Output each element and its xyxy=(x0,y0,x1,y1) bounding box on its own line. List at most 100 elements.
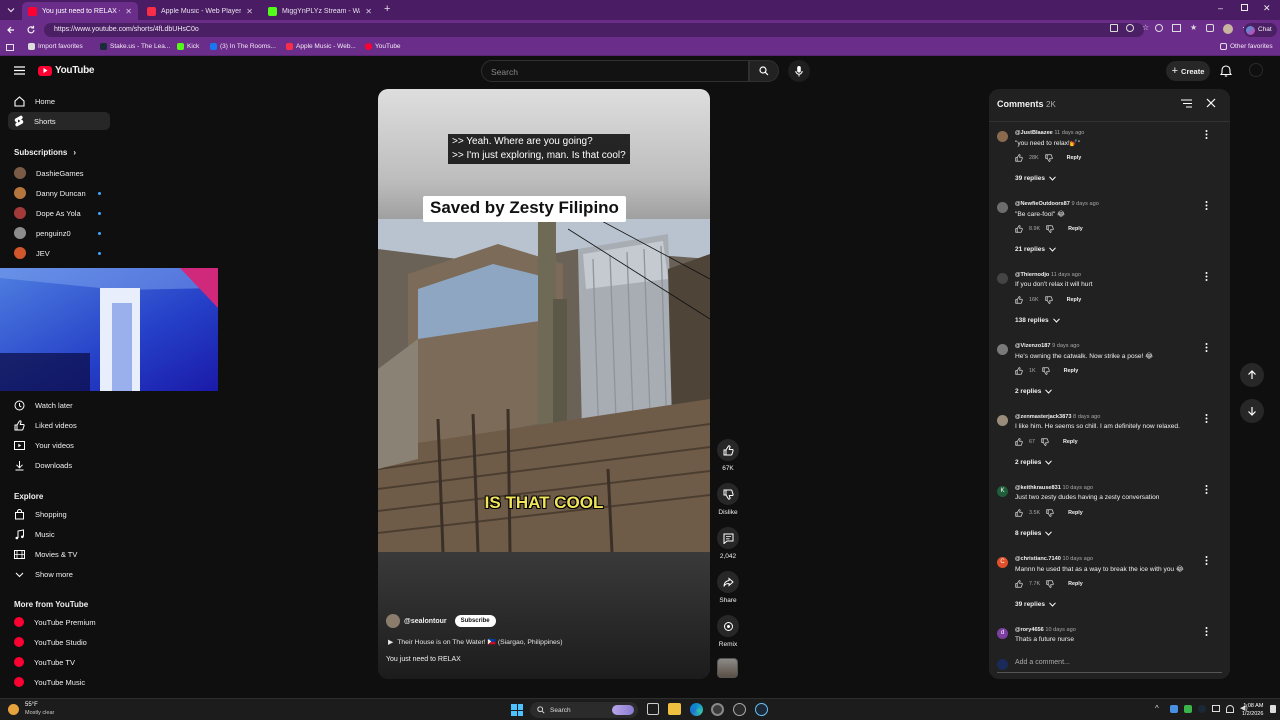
tray-overflow-chevron-icon[interactable]: ^ xyxy=(1155,704,1159,713)
view-replies-button[interactable]: 39 replies xyxy=(1015,175,1056,182)
sidebar-item-youtube-studio[interactable]: YouTube Studio xyxy=(8,633,110,651)
sort-icon[interactable] xyxy=(1181,99,1192,108)
xbox-icon[interactable] xyxy=(733,703,746,716)
sync-icon[interactable] xyxy=(1155,24,1163,32)
browser-tab-apple-music[interactable]: Apple Music - Web Player ✕ xyxy=(141,2,259,20)
sidebar-item-watch-later[interactable]: Watch later xyxy=(8,396,110,414)
channel-avatar[interactable] xyxy=(386,614,400,628)
commenter-avatar[interactable]: K xyxy=(997,486,1008,497)
search-button[interactable] xyxy=(749,60,779,82)
view-replies-button[interactable]: 138 replies xyxy=(1015,317,1060,324)
commenter-avatar[interactable] xyxy=(997,273,1008,284)
account-avatar[interactable] xyxy=(1249,63,1263,77)
close-tab-icon[interactable]: ✕ xyxy=(246,7,253,16)
subscribe-button[interactable]: Subscribe xyxy=(454,615,496,627)
reader-icon[interactable] xyxy=(1110,24,1118,32)
more-options-icon[interactable] xyxy=(1205,130,1208,139)
weather-temperature[interactable]: 55°F xyxy=(25,702,38,708)
more-options-icon[interactable] xyxy=(1205,627,1208,636)
comment-author[interactable]: @zenmasterjack3873 xyxy=(1015,414,1071,420)
view-replies-button[interactable]: 39 replies xyxy=(1015,601,1056,608)
remix-button[interactable]: Remix xyxy=(716,615,740,648)
more-options-icon[interactable] xyxy=(1205,343,1208,352)
like-comment-icon[interactable] xyxy=(1015,509,1023,517)
close-tab-icon[interactable]: ✕ xyxy=(365,7,372,16)
tray-app-icon[interactable] xyxy=(1170,705,1178,713)
reply-button[interactable]: Reply xyxy=(1063,439,1078,445)
comment-author[interactable]: @Vizenzo187 xyxy=(1015,343,1051,349)
like-comment-icon[interactable] xyxy=(1015,367,1023,375)
sound-link[interactable]: ▶ Their House is on The Water! 🇵🇭 (Siarg… xyxy=(388,638,562,646)
sidebar-item-downloads[interactable]: Downloads xyxy=(8,456,110,474)
commenter-avatar[interactable] xyxy=(997,202,1008,213)
commenter-avatar[interactable]: d xyxy=(997,628,1008,639)
comment-author[interactable]: @christianc.7140 xyxy=(1015,556,1061,562)
dislike-comment-icon[interactable] xyxy=(1046,509,1054,517)
tab-actions-chevron-icon[interactable] xyxy=(6,5,16,15)
bookmark-item[interactable]: Apple Music - Web... xyxy=(286,43,356,50)
create-button[interactable]: + Create xyxy=(1166,61,1210,81)
comment-author[interactable]: @NewfieOutdoors87 xyxy=(1015,201,1070,207)
windows-start-icon[interactable] xyxy=(511,704,523,716)
subscriptions-heading[interactable]: Subscriptions › xyxy=(14,148,76,157)
sidebar-item-music[interactable]: Music xyxy=(8,525,110,543)
sidebar-item-youtube-music[interactable]: YouTube Music xyxy=(8,673,110,691)
voice-search-button[interactable] xyxy=(788,60,810,82)
dislike-comment-icon[interactable] xyxy=(1044,296,1053,304)
sidebar-item-subscription[interactable]: DashieGames xyxy=(8,164,110,182)
reply-button[interactable]: Reply xyxy=(1068,581,1083,587)
reply-button[interactable]: Reply xyxy=(1067,297,1082,303)
like-comment-icon[interactable] xyxy=(1015,154,1023,162)
more-options-icon[interactable] xyxy=(1205,485,1208,494)
view-replies-button[interactable]: 21 replies xyxy=(1015,246,1056,253)
commenter-avatar[interactable] xyxy=(997,131,1008,142)
sidebar-item-home[interactable]: Home xyxy=(8,92,110,110)
display-icon[interactable] xyxy=(1212,705,1220,712)
tray-app-icon[interactable] xyxy=(1184,705,1192,713)
view-replies-button[interactable]: 2 replies xyxy=(1015,388,1053,395)
collections-icon[interactable] xyxy=(1206,24,1215,32)
share-button[interactable]: Share xyxy=(716,571,740,604)
star-icon[interactable]: ☆ xyxy=(1142,24,1149,32)
window-close-icon[interactable]: ✕ xyxy=(1263,3,1271,14)
settings-gear-icon[interactable] xyxy=(711,703,724,716)
notifications-bell-icon[interactable] xyxy=(1220,64,1232,77)
comments-button[interactable]: 2,042 xyxy=(716,527,740,560)
previous-short-button[interactable] xyxy=(1240,363,1264,387)
profile-avatar[interactable] xyxy=(1223,24,1234,34)
reply-button[interactable]: Reply xyxy=(1064,368,1079,374)
reply-button[interactable]: Reply xyxy=(1068,510,1083,516)
channel-handle[interactable]: @sealontour xyxy=(404,618,447,625)
network-icon[interactable] xyxy=(1226,705,1234,713)
youtube-logo[interactable]: YouTube xyxy=(38,65,95,76)
reply-button[interactable]: Reply xyxy=(1068,226,1083,232)
sidebar-item-youtube-tv[interactable]: YouTube TV xyxy=(8,653,110,671)
favorites-icon[interactable]: ★ xyxy=(1190,24,1197,34)
sidebar-item-show-more[interactable]: Show more xyxy=(8,565,110,583)
other-favorites[interactable]: Other favorites xyxy=(1220,43,1273,50)
steam-icon[interactable] xyxy=(755,703,768,716)
comment-author[interactable]: @JustBlaazee xyxy=(1015,130,1053,136)
more-options-icon[interactable] xyxy=(1205,556,1208,565)
taskbar-search[interactable]: Search xyxy=(530,702,638,718)
view-replies-button[interactable]: 8 replies xyxy=(1015,530,1053,537)
sidebar-item-subscription[interactable]: Dope As Yola xyxy=(8,204,110,222)
bookmark-item[interactable]: (3) In The Rooms... xyxy=(210,43,276,50)
dislike-comment-icon[interactable] xyxy=(1044,154,1053,162)
notification-center-icon[interactable] xyxy=(1270,705,1276,713)
like-comment-icon[interactable] xyxy=(1015,580,1023,588)
sidebar-item-shorts[interactable]: Shorts xyxy=(8,112,110,130)
comment-author[interactable]: @rory4656 xyxy=(1015,627,1044,633)
dislike-comment-icon[interactable] xyxy=(1041,367,1050,375)
close-tab-icon[interactable]: ✕ xyxy=(125,7,132,16)
like-comment-icon[interactable] xyxy=(1015,296,1023,304)
dislike-button[interactable]: Dislike xyxy=(716,483,740,516)
refresh-icon[interactable] xyxy=(26,25,36,35)
browser-tab-youtube[interactable]: You just need to RELAX - YouTub ✕ xyxy=(22,2,138,20)
like-comment-icon[interactable] xyxy=(1015,438,1023,446)
sidebar-item-subscription[interactable]: Danny Duncan xyxy=(8,184,110,202)
sidebar-item-your-videos[interactable]: Your videos xyxy=(8,436,110,454)
add-comment-input[interactable]: Add a comment... xyxy=(997,659,1222,673)
tray-app-icon[interactable] xyxy=(1198,705,1206,713)
like-button[interactable]: 67K xyxy=(716,439,740,472)
